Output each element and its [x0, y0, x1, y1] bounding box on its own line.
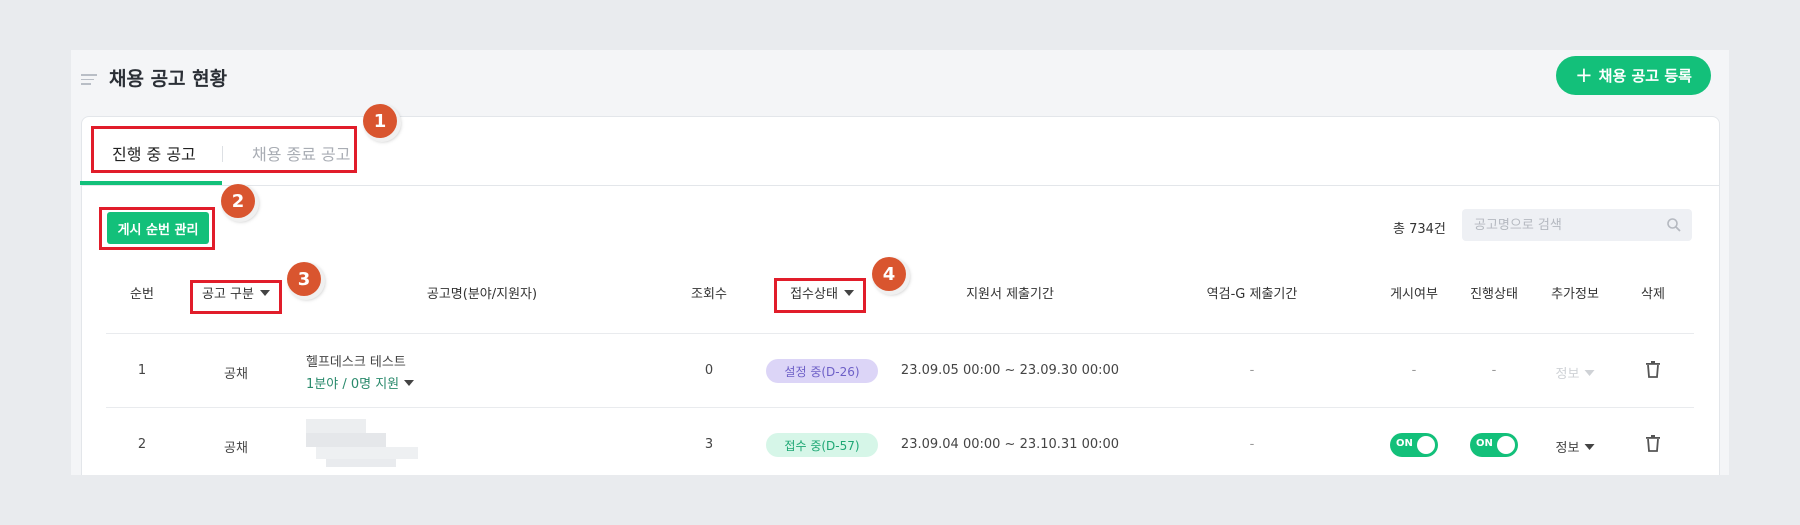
- applicant-summary-dropdown[interactable]: 1분야 / 0명 지원: [306, 373, 415, 392]
- tab-divider: [222, 146, 223, 162]
- extra-info-dropdown[interactable]: 정보: [1556, 437, 1595, 456]
- cell-period: 23.09.04 00:00 ~ 23.10.31 00:00: [900, 437, 1120, 452]
- extra-info-dropdown-disabled: 정보: [1556, 363, 1595, 382]
- col-header-status[interactable]: 접수상태: [790, 283, 854, 302]
- caret-down-icon: [843, 289, 854, 296]
- extra-info-label: 정보: [1555, 367, 1580, 382]
- toggle-knob: [1497, 436, 1515, 454]
- col-header-extra: 추가정보: [1551, 287, 1599, 302]
- cell-views: 0: [704, 363, 714, 378]
- caret-down-icon: [1584, 369, 1595, 376]
- row-divider: [106, 333, 1694, 334]
- progress-toggle[interactable]: ON: [1470, 433, 1518, 457]
- cell-views: 3: [704, 437, 714, 452]
- cell-progress: -: [1491, 363, 1497, 378]
- total-count: 총 734건: [1393, 222, 1446, 237]
- col-header-period: 지원서 제출기간: [966, 287, 1054, 302]
- col-header-name: 공고명(분야/지원자): [426, 287, 538, 302]
- extra-info-label: 정보: [1555, 441, 1580, 456]
- posted-toggle[interactable]: ON: [1390, 433, 1438, 457]
- cell-posted: -: [1411, 363, 1417, 378]
- col-header-status-label: 접수상태: [790, 287, 838, 302]
- page-header: 채용 공고 현황 + 채용 공고 등록: [71, 50, 1729, 114]
- redacted-posting-name: [306, 419, 418, 467]
- search-input[interactable]: [1462, 209, 1666, 241]
- toggle-label: ON: [1476, 438, 1493, 449]
- drag-handle-icon[interactable]: [81, 74, 97, 86]
- tab-closed-postings[interactable]: 채용 종료 공고: [252, 141, 351, 165]
- plus-icon: +: [1575, 63, 1593, 87]
- col-header-views: 조회수: [691, 287, 727, 302]
- caret-down-icon: [404, 379, 415, 386]
- active-tab-indicator: [80, 181, 222, 185]
- status-badge: 접수 중(D-57): [766, 433, 878, 457]
- annotation-badge-3: 3: [287, 262, 321, 296]
- caret-down-icon: [259, 289, 270, 296]
- cell-g-period: -: [1249, 437, 1255, 452]
- search-icon[interactable]: [1666, 217, 1682, 233]
- postings-card: 진행 중 공고 채용 종료 공고 게시 순번 관리 총 734건 순번 공고 구…: [80, 116, 1720, 475]
- page-title: 채용 공고 현황: [109, 68, 228, 90]
- annotation-badge-2: 2: [221, 184, 255, 218]
- trash-icon[interactable]: [1643, 433, 1663, 453]
- trash-icon[interactable]: [1643, 359, 1663, 379]
- register-posting-label: 채용 공고 등록: [1598, 67, 1692, 85]
- cell-type: 공채: [224, 367, 248, 382]
- cell-g-period: -: [1249, 363, 1255, 378]
- status-badge: 설정 중(D-26): [766, 359, 878, 383]
- cell-period: 23.09.05 00:00 ~ 23.09.30 00:00: [900, 363, 1120, 378]
- tab-bar: 진행 중 공고 채용 종료 공고: [80, 117, 1719, 186]
- annotation-badge-4: 4: [872, 257, 906, 291]
- toggle-knob: [1417, 436, 1435, 454]
- cell-no: 1: [137, 363, 147, 378]
- col-header-type[interactable]: 공고 구분: [202, 283, 270, 302]
- col-header-delete: 삭제: [1641, 287, 1665, 302]
- register-posting-button[interactable]: + 채용 공고 등록: [1556, 56, 1711, 95]
- cell-posting-name[interactable]: 헬프데스크 테스트: [306, 351, 406, 370]
- manage-order-button[interactable]: 게시 순번 관리: [107, 212, 209, 244]
- search-box: [1462, 209, 1692, 241]
- annotation-badge-1: 1: [363, 104, 397, 138]
- col-header-progress: 진행상태: [1470, 287, 1518, 302]
- row-divider: [106, 407, 1694, 408]
- caret-down-icon: [1584, 443, 1595, 450]
- col-header-no: 순번: [130, 287, 154, 302]
- tab-active-postings[interactable]: 진행 중 공고: [112, 141, 196, 165]
- col-header-type-label: 공고 구분: [202, 287, 254, 302]
- toggle-label: ON: [1396, 438, 1413, 449]
- cell-type: 공채: [224, 441, 248, 456]
- col-header-g-period: 역검-G 제출기간: [1206, 287, 1298, 302]
- applicant-summary-label: 1분야 / 0명 지원: [306, 377, 400, 392]
- cell-no: 2: [137, 437, 147, 452]
- col-header-posted: 게시여부: [1390, 287, 1438, 302]
